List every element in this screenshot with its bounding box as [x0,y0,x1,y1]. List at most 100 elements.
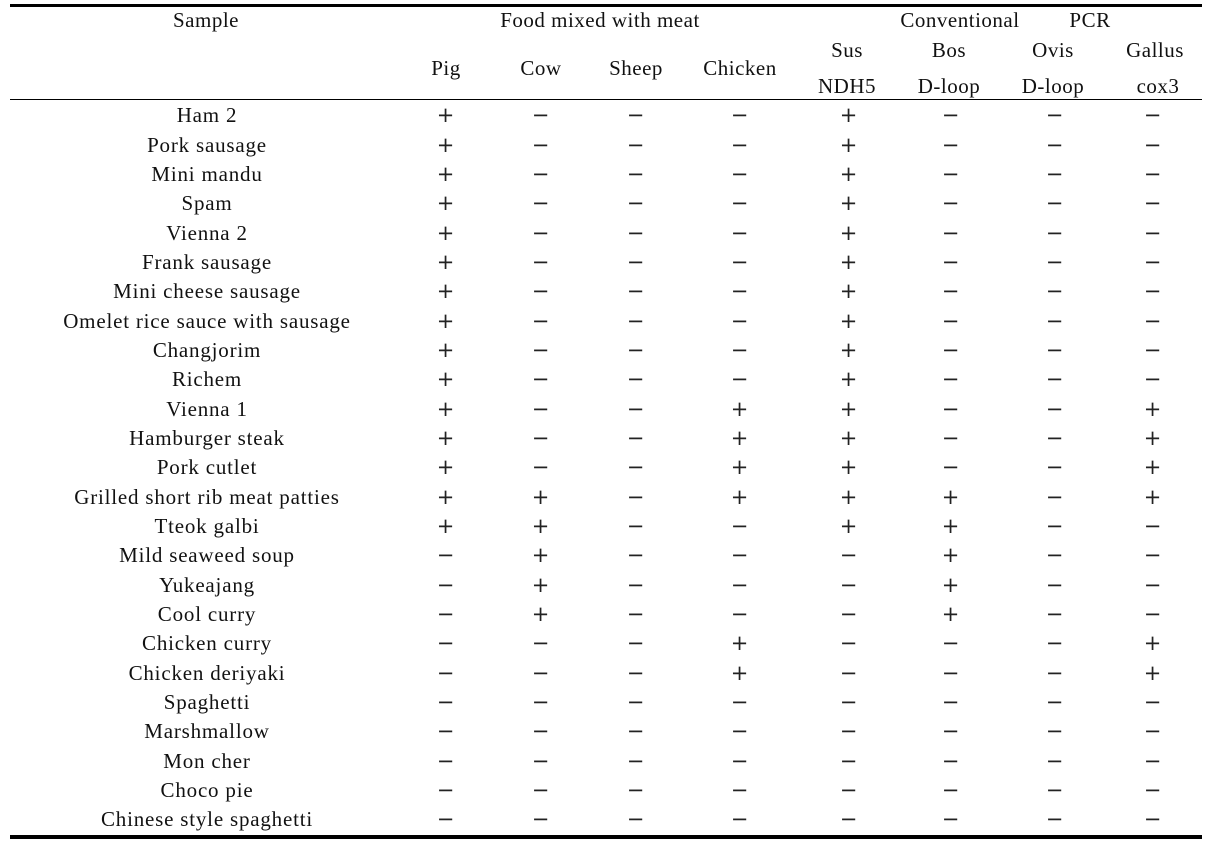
table-top-rule [10,4,1202,7]
cell-cow: − [531,279,551,304]
cell-pig: + [436,103,456,128]
cell-gallus-cox3: + [1143,660,1163,685]
cell-sheep: − [626,543,646,568]
cell-ovis-dloop: − [1045,807,1065,832]
cell-sus-ndh5: + [839,455,859,480]
header-rule [10,99,1202,100]
cell-chicken: + [730,484,750,509]
cell-sheep: − [626,132,646,157]
cell-cow: − [531,396,551,421]
header-group-pcr-label: PCR [1069,8,1111,32]
cell-bos-dloop: − [941,279,961,304]
table-row: Richem + − − − + − − − [10,365,1202,394]
cell-chicken: − [730,572,750,597]
table-row: Chicken deriyaki − − − + − − − + [10,659,1202,688]
table-row: Omelet rice sauce with sausage + − − − + − − − [10,306,1202,335]
cell-sus-ndh5: − [839,572,859,597]
cell-ovis-dloop: − [1045,161,1065,186]
cell-chicken: − [730,279,750,304]
cell-sheep: − [626,103,646,128]
cell-sus-ndh5: − [839,778,859,803]
cell-ovis-dloop: − [1045,425,1065,450]
cell-chicken: − [730,367,750,392]
table-row: Mild seaweed soup − + − − − + − − [10,541,1202,570]
cell-sus-ndh5: + [839,396,859,421]
cell-sheep: − [626,484,646,509]
cell-sus-ndh5: − [839,690,859,715]
cell-sheep: − [626,191,646,216]
cell-pig: + [436,249,456,274]
table-row: Mini mandu + − − − + − − − [10,160,1202,189]
cell-chicken: − [730,602,750,627]
cell-sample: Cool curry [157,602,257,627]
cell-pig: − [436,660,456,685]
header-col-sus: Sus [831,38,863,62]
cell-sample: Chinese style spaghetti [100,807,314,832]
cell-sample: Ham 2 [176,103,238,128]
table-row: Chicken curry − − − + − − − + [10,629,1202,658]
cell-cow: + [531,513,551,538]
cell-sus-ndh5: + [839,191,859,216]
cell-sample: Richem [171,367,243,392]
cell-ovis-dloop: − [1045,602,1065,627]
results-table: Ham 2 + − − − + − − − Pork sausage + − − − + − − − Mini ma… [10,101,1202,835]
cell-gallus-cox3: − [1143,690,1163,715]
cell-cow: − [531,455,551,480]
cell-bos-dloop: − [941,191,961,216]
cell-bos-dloop: − [941,719,961,744]
cell-chicken: + [730,396,750,421]
cell-sus-ndh5: − [839,748,859,773]
cell-bos-dloop: − [941,748,961,773]
cell-chicken: + [730,455,750,480]
cell-sample: Vienna 1 [166,396,248,421]
cell-pig: + [436,308,456,333]
cell-gallus-cox3: − [1143,191,1163,216]
cell-chicken: − [730,690,750,715]
cell-pig: + [436,161,456,186]
cell-bos-dloop: − [941,367,961,392]
cell-cow: − [531,807,551,832]
cell-pig: + [436,132,456,157]
header-col-gallus: Gallus [1126,38,1184,62]
cell-sheep: − [626,220,646,245]
cell-sus-ndh5: − [839,660,859,685]
cell-pig: − [436,748,456,773]
cell-sheep: − [626,249,646,274]
cell-gallus-cox3: + [1143,484,1163,509]
cell-sus-ndh5: + [839,279,859,304]
cell-sample: Changjorim [152,337,262,362]
header-col-ovis: Ovis [1032,38,1074,62]
cell-pig: + [436,484,456,509]
cell-gallus-cox3: + [1143,425,1163,450]
cell-gallus-cox3: − [1143,337,1163,362]
table-row: Choco pie − − − − − − − − [10,776,1202,805]
table-bottom-rule [10,835,1202,839]
cell-pig: − [436,572,456,597]
cell-sample: Chicken deriyaki [128,660,286,685]
cell-bos-dloop: − [941,308,961,333]
cell-bos-dloop: + [941,572,961,597]
cell-pig: − [436,778,456,803]
cell-gallus-cox3: − [1143,279,1163,304]
cell-cow: − [531,161,551,186]
cell-bos-dloop: − [941,249,961,274]
table-row: Vienna 2 + − − − + − − − [10,218,1202,247]
cell-bos-dloop: − [941,778,961,803]
cell-gallus-cox3: + [1143,396,1163,421]
cell-cow: + [531,602,551,627]
header-group-pcr-conventional: Conventional [900,8,1020,32]
cell-sample: Chicken curry [142,631,272,656]
header-col-chicken: Chicken [703,56,777,80]
cell-pig: − [436,719,456,744]
cell-cow: − [531,249,551,274]
cell-sus-ndh5: + [839,337,859,362]
cell-gallus-cox3: + [1143,631,1163,656]
cell-sus-ndh5: − [839,602,859,627]
cell-pig: − [436,690,456,715]
cell-pig: + [436,455,456,480]
cell-gallus-cox3: − [1143,778,1163,803]
cell-gallus-cox3: − [1143,807,1163,832]
cell-sheep: − [626,572,646,597]
cell-sheep: − [626,748,646,773]
cell-cow: − [531,103,551,128]
